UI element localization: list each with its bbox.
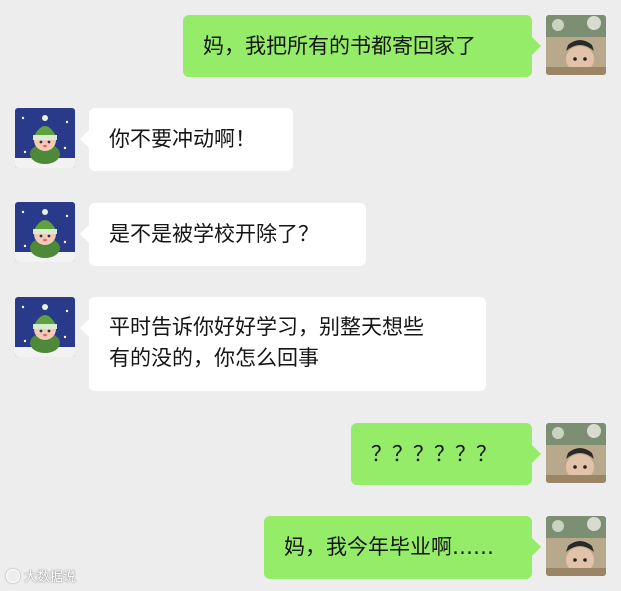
user-photo-icon <box>546 15 606 75</box>
message-text-2: 你不要冲动啊！ <box>109 127 256 151</box>
user-avatar[interactable] <box>546 423 606 483</box>
message-bubble-2[interactable]: 你不要冲动啊！ <box>80 108 293 171</box>
message-text-3: 是不是被学校开除了？ <box>109 222 319 246</box>
message-bubble-3[interactable]: 是不是被学校开除了？ <box>80 203 366 266</box>
message-text-1: 妈，我把所有的书都寄回家了 <box>203 33 476 58</box>
message-text-6: 妈，我今年毕业啊…… <box>284 535 494 559</box>
watermark-text: 大数据说 <box>24 570 77 585</box>
user-avatar[interactable] <box>546 516 606 576</box>
mom-avatar[interactable] <box>15 108 75 168</box>
message-bubble-5[interactable]: ？？？？？？ <box>351 423 541 485</box>
snowman-avatar-icon <box>15 202 75 262</box>
snowman-avatar-icon <box>15 108 75 168</box>
watermark: 大数据说 <box>6 566 76 585</box>
message-text-4: 平时告诉你好好学习，别整天想些 有的没的，你怎么回事 <box>109 315 424 370</box>
user-avatar[interactable] <box>546 15 606 75</box>
weibo-logo-icon <box>6 568 20 583</box>
message-text-5: ？？？？？？ <box>371 441 497 466</box>
mom-avatar[interactable] <box>15 202 75 262</box>
message-bubble-1[interactable]: 妈，我把所有的书都寄回家了 <box>183 15 541 77</box>
user-photo-icon <box>546 516 606 576</box>
mom-avatar[interactable] <box>15 297 75 357</box>
message-bubble-6[interactable]: 妈，我今年毕业啊…… <box>264 516 541 579</box>
message-bubble-4[interactable]: 平时告诉你好好学习，别整天想些 有的没的，你怎么回事 <box>80 297 486 391</box>
snowman-avatar-icon <box>15 297 75 357</box>
user-photo-icon <box>546 423 606 483</box>
